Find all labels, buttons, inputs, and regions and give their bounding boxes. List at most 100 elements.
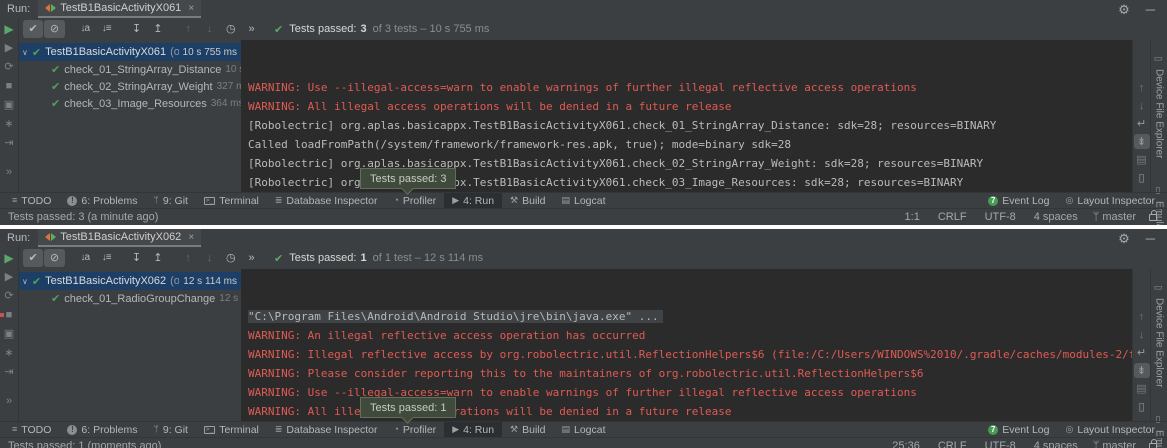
next-occurrence-icon[interactable]: ↓ <box>199 20 219 38</box>
test-history-icon[interactable]: ◷ <box>221 20 241 38</box>
screenshot-icon[interactable]: ▣ <box>4 100 14 111</box>
hide-window-icon[interactable]: ─ <box>1146 232 1155 245</box>
stop-icon[interactable]: ■ <box>6 81 13 92</box>
sort-alphabetically-icon[interactable]: ↓a <box>75 249 95 267</box>
event-log-button[interactable]: 7 Event Log <box>980 193 1057 208</box>
lock-icon[interactable] <box>1149 214 1157 221</box>
todo-button[interactable]: ≡ TODO <box>4 422 59 437</box>
toggle-auto-test-icon[interactable]: ⟳ <box>4 62 13 73</box>
test-package: (org.aplas.basicappx <box>170 46 178 58</box>
test-passed-icon: ✔ <box>51 97 60 110</box>
run-tab[interactable]: TestB1BasicActivityX061 × <box>38 0 201 18</box>
soft-wrap-icon[interactable]: ↵ <box>1134 116 1150 131</box>
check_03_Image_Resources[interactable]: ✔ check_03_Image_Resources 364 ms <box>19 95 241 112</box>
expand-all-icon[interactable]: ↧ <box>126 249 146 267</box>
toggle-auto-test-icon[interactable]: ⟳ <box>4 291 13 302</box>
scroll-to-end-icon[interactable]: ⇟ <box>1134 363 1150 378</box>
clear-all-icon[interactable]: ▯ <box>1134 170 1150 185</box>
device-file-explorer-button[interactable]: ▭ Device File Explorer <box>1154 54 1165 158</box>
problems-button[interactable]: ! 6: Problems <box>59 193 145 208</box>
collapse-all-icon[interactable]: ↥ <box>148 20 168 38</box>
screenshot-icon[interactable]: ▣ <box>4 329 14 340</box>
scroll-to-end-icon[interactable]: ⇟ <box>1134 134 1150 149</box>
show-ignored-icon[interactable]: ⊘ <box>44 20 64 38</box>
lock-icon[interactable] <box>1149 443 1157 448</box>
profiler-button[interactable]: ◔ Profiler <box>385 193 444 208</box>
clear-all-icon[interactable]: ▯ <box>1134 399 1150 414</box>
print-icon[interactable]: ▤ <box>1134 381 1150 396</box>
test-duration: 327 ms <box>217 81 241 92</box>
run-button[interactable]: ▶ 4: Run <box>444 193 502 208</box>
layout-inspector-button[interactable]: ◎ Layout Inspector <box>1058 193 1164 208</box>
stripe-more-icon[interactable]: » <box>6 167 12 178</box>
check_01_StringArray_Distance[interactable]: ✔ check_01_StringArray_Distance 10 s 64 … <box>19 61 241 78</box>
record-icon[interactable]: ∗ <box>4 119 13 130</box>
check_02_StringArray_Weight[interactable]: ✔ check_02_StringArray_Weight 327 ms <box>19 78 241 95</box>
down-stack-trace-icon[interactable]: ↓ <box>1134 327 1150 342</box>
rerun-icon[interactable]: ▶ <box>4 252 13 264</box>
git-button[interactable]: ᛘ 9: Git <box>145 422 196 437</box>
exit-icon[interactable]: ⇥ <box>4 367 13 378</box>
up-stack-trace-icon[interactable]: ↑ <box>1134 80 1150 95</box>
run-button[interactable]: ▶ 4: Run <box>444 422 502 437</box>
rerun-failed-tests-icon[interactable]: ▶ <box>5 272 13 283</box>
event-log-button[interactable]: 7 Event Log <box>980 422 1057 437</box>
device-file-explorer-button[interactable]: ▭ Device File Explorer <box>1154 283 1165 387</box>
settings-gear-icon[interactable]: ⚙ <box>1118 232 1130 245</box>
sort-by-duration-icon[interactable]: ↓≡ <box>96 249 116 267</box>
test-passed-icon: ✔ <box>51 63 60 76</box>
next-occurrence-icon[interactable]: ↓ <box>199 249 219 267</box>
rerun-failed-tests-icon[interactable]: ▶ <box>5 43 13 54</box>
database-inspector-button[interactable]: ≣ Database Inspector <box>267 193 386 208</box>
build-button[interactable]: ⚒ Build <box>502 422 553 437</box>
terminal-button[interactable]: >_ Terminal <box>196 422 267 437</box>
up-stack-trace-icon[interactable]: ↑ <box>1134 309 1150 324</box>
previous-occurrence-icon[interactable]: ↑ <box>178 249 198 267</box>
record-icon[interactable]: ∗ <box>4 348 13 359</box>
profiler-button[interactable]: ◔ Profiler <box>385 422 444 437</box>
toolwindow-icon: ≡ <box>12 196 17 205</box>
down-stack-trace-icon[interactable]: ↓ <box>1134 98 1150 113</box>
previous-occurrence-icon[interactable]: ↑ <box>178 20 198 38</box>
tree-root-row[interactable]: ∨ ✔ TestB1BasicActivityX062 (org.aplas.b… <box>19 272 241 290</box>
close-tab-icon[interactable]: × <box>188 232 194 243</box>
print-icon[interactable]: ▤ <box>1134 152 1150 167</box>
soft-wrap-icon[interactable]: ↵ <box>1134 345 1150 360</box>
exit-icon[interactable]: ⇥ <box>4 138 13 149</box>
show-passed-icon[interactable]: ✔ <box>23 249 43 267</box>
check_01_RadioGroupChange[interactable]: ✔ check_01_RadioGroupChange 12 s 114 ms <box>19 290 241 307</box>
status-segment: UTF-8 <box>985 440 1016 448</box>
branch-icon: ᛘ <box>1093 440 1100 448</box>
problems-button[interactable]: ! 6: Problems <box>59 422 145 437</box>
sort-alphabetically-icon[interactable]: ↓a <box>75 20 95 38</box>
settings-gear-icon[interactable]: ⚙ <box>1118 3 1130 16</box>
terminal-button[interactable]: >_ Terminal <box>196 193 267 208</box>
more-actions-icon[interactable]: » <box>241 20 262 38</box>
more-actions-icon[interactable]: » <box>241 249 262 267</box>
stop-icon[interactable]: ■ <box>6 310 13 321</box>
tab-title: TestB1BasicActivityX061 <box>60 2 181 14</box>
collapse-all-icon[interactable]: ↥ <box>148 249 168 267</box>
logcat-button[interactable]: ▤ Logcat <box>553 422 613 437</box>
show-ignored-icon[interactable]: ⊘ <box>44 249 64 267</box>
todo-button[interactable]: ≡ TODO <box>4 193 59 208</box>
expand-all-icon[interactable]: ↧ <box>126 20 146 38</box>
rerun-icon[interactable]: ▶ <box>4 23 13 35</box>
test-history-icon[interactable]: ◷ <box>221 249 241 267</box>
layout-inspector-button[interactable]: ◎ Layout Inspector <box>1058 422 1164 437</box>
show-passed-icon[interactable]: ✔ <box>23 20 43 38</box>
close-tab-icon[interactable]: × <box>188 3 194 14</box>
tree-children: ✔ check_01_StringArray_Distance 10 s 64 … <box>19 61 241 112</box>
tree-root-row[interactable]: ∨ ✔ TestB1BasicActivityX061 (org.aplas.b… <box>19 43 241 61</box>
chevron-down-icon[interactable]: ∨ <box>22 277 28 286</box>
build-button[interactable]: ⚒ Build <box>502 193 553 208</box>
logcat-button[interactable]: ▤ Logcat <box>553 193 613 208</box>
run-tab[interactable]: TestB1BasicActivityX062 × <box>38 229 201 247</box>
sort-by-duration-icon[interactable]: ↓≡ <box>96 20 116 38</box>
chevron-down-icon[interactable]: ∨ <box>22 48 28 57</box>
database-inspector-button[interactable]: ≣ Database Inspector <box>267 422 386 437</box>
hide-window-icon[interactable]: ─ <box>1146 3 1155 16</box>
stripe-more-icon[interactable]: » <box>6 396 12 407</box>
git-button[interactable]: ᛘ 9: Git <box>145 193 196 208</box>
toolwindow-icon: ≣ <box>275 196 283 205</box>
